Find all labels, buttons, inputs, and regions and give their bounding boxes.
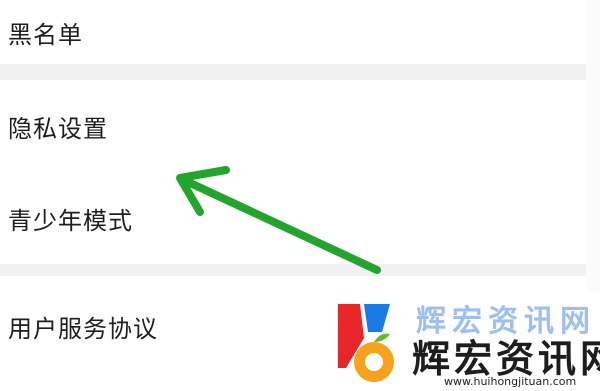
menu-item-label: 黑名单 <box>8 20 83 49</box>
menu-item-teen-mode[interactable]: 青少年模式 <box>0 172 586 264</box>
watermark-url: www.huihongjituan.com <box>444 375 577 388</box>
watermark-logo-icon <box>338 304 394 382</box>
menu-item-label: 用户服务协议 <box>8 314 158 343</box>
watermark: 辉宏资讯网 辉宏资讯网 www.huihongjituan.com <box>330 292 600 391</box>
menu-item-blacklist[interactable]: 黑名单 <box>0 0 586 64</box>
menu-item-privacy-settings[interactable]: 隐私设置 <box>0 80 586 172</box>
section-divider <box>0 64 586 80</box>
menu-item-label: 青少年模式 <box>8 206 133 235</box>
section-divider <box>0 264 586 276</box>
menu-item-label: 隐私设置 <box>8 114 108 143</box>
